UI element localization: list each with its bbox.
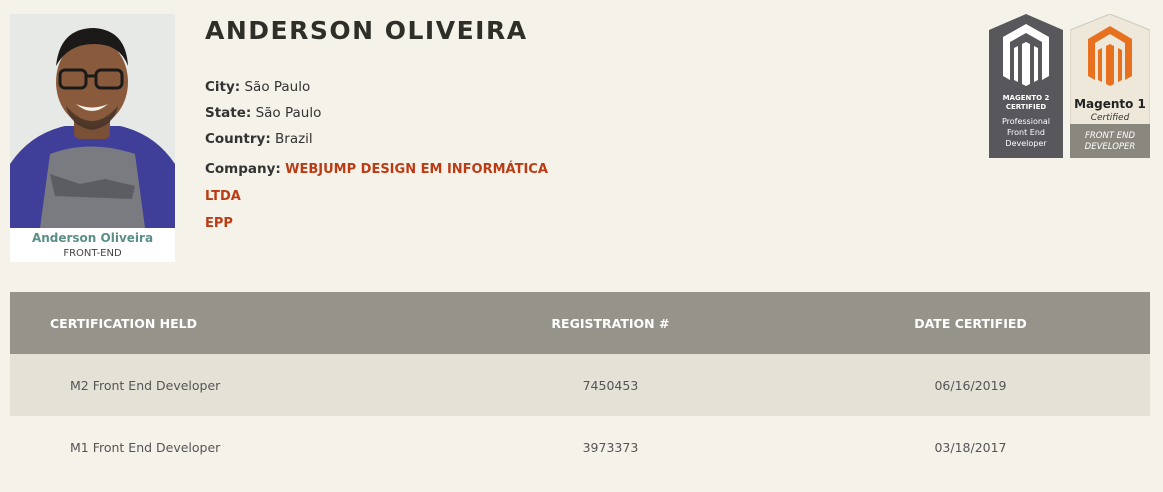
cell-registration: 3973373: [429, 416, 791, 478]
m2-badge-line1: MAGENTO 2: [1003, 94, 1050, 102]
company-link-suffix[interactable]: EPP: [205, 216, 233, 231]
state-label: State:: [205, 105, 252, 121]
table-row: M1 Front End Developer 3973373 03/18/201…: [10, 416, 1150, 478]
m1-badge-line2: Certified: [1091, 113, 1130, 123]
page-title: ANDERSON OLIVEIRA: [205, 16, 528, 45]
certifications-table: CERTIFICATION HELD REGISTRATION # DATE C…: [10, 292, 1150, 478]
profile-info: City: São Paulo State: São Paulo Country…: [205, 78, 585, 237]
city-label: City:: [205, 79, 241, 95]
m2-badge-line5: Developer: [1005, 139, 1047, 148]
cell-certification: M2 Front End Developer: [10, 354, 430, 416]
cell-certification: M1 Front End Developer: [10, 416, 430, 478]
cell-date: 06/16/2019: [791, 354, 1150, 416]
magento-1-certified-badge: Magento 1 Certified FRONT END DEVELOPER: [1069, 13, 1151, 162]
country-row: Country: Brazil: [205, 130, 585, 156]
m2-badge-line2: CERTIFIED: [1006, 103, 1047, 111]
m2-badge-line4: Front End: [1007, 128, 1045, 137]
state-row: State: São Paulo: [205, 104, 585, 130]
table-header-row: CERTIFICATION HELD REGISTRATION # DATE C…: [10, 292, 1150, 354]
city-row: City: São Paulo: [205, 78, 585, 104]
city-value: São Paulo: [244, 79, 311, 95]
header-date-certified: DATE CERTIFIED: [791, 292, 1150, 354]
table-row: M2 Front End Developer 7450453 06/16/201…: [10, 354, 1150, 416]
company-label: Company:: [205, 161, 281, 177]
m2-badge-line3: Professional: [1002, 117, 1050, 126]
header-registration: REGISTRATION #: [429, 292, 791, 354]
cell-date: 03/18/2017: [791, 416, 1150, 478]
cell-registration: 7450453: [429, 354, 791, 416]
state-value: São Paulo: [255, 105, 322, 121]
profile-photo: [10, 14, 175, 228]
magento-2-certified-badge: MAGENTO 2 CERTIFIED Professional Front E…: [989, 14, 1063, 162]
m1-badge-line3: FRONT END: [1085, 131, 1135, 141]
m1-badge-line1: Magento 1: [1074, 97, 1146, 111]
country-label: Country:: [205, 131, 271, 147]
company-row: Company: WEBJUMP DESIGN EM INFORMÁTICA L…: [205, 156, 585, 237]
m1-badge-line4: DEVELOPER: [1085, 142, 1136, 152]
country-value: Brazil: [275, 131, 313, 147]
header-certification-held: CERTIFICATION HELD: [10, 292, 430, 354]
photo-caption-role: FRONT-END: [63, 248, 122, 259]
profile-photo-card: Anderson Oliveira FRONT-END: [10, 14, 175, 262]
photo-caption-name: Anderson Oliveira: [31, 231, 154, 245]
